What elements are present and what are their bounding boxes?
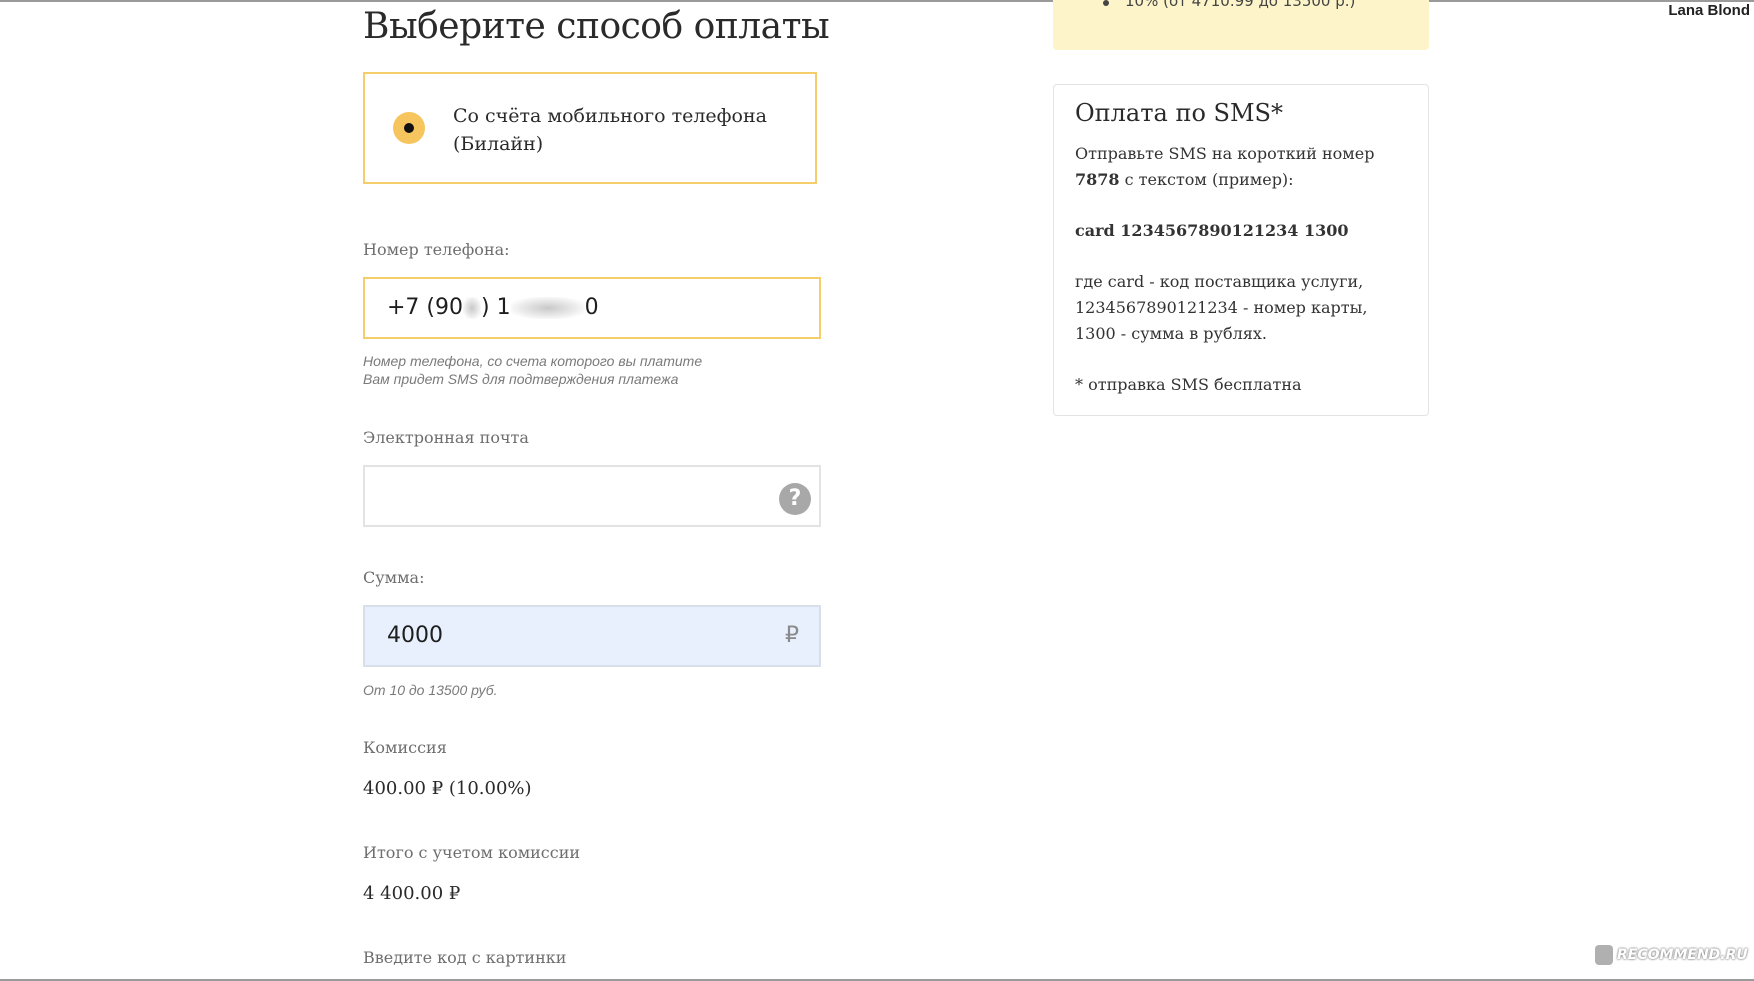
phone-hint-line: Вам придет SMS для подтверждения платежа — [363, 371, 679, 387]
sms-intro-end: с текстом (пример): — [1119, 170, 1294, 189]
blurred-digits — [510, 297, 585, 319]
top-border — [0, 0, 1754, 2]
promo-box: 10% (от 4710.99 до 13500 р.) — [1053, 0, 1429, 50]
phone-value-mid: ) 1 — [481, 295, 511, 320]
watermark: RECOMMEND.RU — [1595, 945, 1748, 965]
phone-hint-line: Номер телефона, со счета которого вы пла… — [363, 353, 703, 369]
amount-hint: От 10 до 13500 руб. — [363, 682, 498, 698]
payment-method-label: Со счёта мобильного телефона (Билайн) — [453, 105, 767, 155]
watermark-badge-icon — [1595, 945, 1613, 965]
sms-explain-line: 1234567890121234 - номер карты, — [1075, 298, 1368, 317]
sms-explain-line: 1300 - сумма в рублях. — [1075, 324, 1267, 343]
sms-title: Оплата по SMS* — [1075, 99, 1283, 127]
total-label: Итого с учетом комиссии — [363, 843, 581, 862]
blurred-digits — [463, 297, 482, 319]
question-icon[interactable]: ? — [779, 483, 811, 515]
watermark-text: RECOMMEND.RU — [1617, 947, 1748, 963]
promo-text: 10% (от 4710.99 до 13500 р.) — [1125, 0, 1356, 10]
radio-button[interactable] — [393, 112, 425, 144]
bullet-icon — [1103, 0, 1109, 6]
total-value: 4 400.00 ₽ — [363, 883, 461, 904]
sms-short-number: 7878 — [1075, 170, 1120, 189]
amount-input[interactable]: 4000 ₽ — [363, 605, 821, 667]
email-label: Электронная почта — [363, 428, 529, 447]
sms-payment-box: Оплата по SMS* Отправьте SMS на короткий… — [1053, 84, 1429, 416]
phone-hint: Номер телефона, со счета которого вы пла… — [363, 352, 702, 388]
username: Lana Blond — [1668, 2, 1750, 19]
sms-intro: Отправьте SMS на короткий номер 7878 с т… — [1075, 141, 1415, 193]
email-input[interactable]: ? — [363, 465, 821, 527]
phone-value-suffix: 0 — [584, 295, 599, 320]
page-title: Выберите способ оплаты — [363, 6, 830, 47]
phone-label: Номер телефона: — [363, 240, 510, 259]
amount-value: 4000 — [387, 623, 443, 648]
captcha-label: Введите код с картинки — [363, 948, 567, 967]
phone-value: +7 (90 ) 1 0 — [387, 295, 599, 320]
commission-value: 400.00 ₽ (10.00%) — [363, 778, 532, 799]
sms-explain-line: где card - код поставщика услуги, — [1075, 272, 1364, 291]
sms-footnote: * отправка SMS бесплатна — [1075, 375, 1302, 394]
payment-method-option[interactable]: Со счёта мобильного телефона (Билайн) — [363, 72, 817, 184]
phone-value-prefix: +7 (90 — [387, 295, 464, 320]
ruble-icon: ₽ — [785, 623, 799, 648]
phone-input[interactable]: +7 (90 ) 1 0 — [363, 277, 821, 339]
amount-label: Сумма: — [363, 568, 425, 587]
radio-selected-dot — [404, 123, 414, 133]
sms-intro-start: Отправьте SMS на короткий номер — [1075, 144, 1375, 163]
sms-explanation: где card - код поставщика услуги, 123456… — [1075, 269, 1415, 347]
sms-example: card 1234567890121234 1300 — [1075, 221, 1349, 240]
commission-label: Комиссия — [363, 738, 447, 757]
